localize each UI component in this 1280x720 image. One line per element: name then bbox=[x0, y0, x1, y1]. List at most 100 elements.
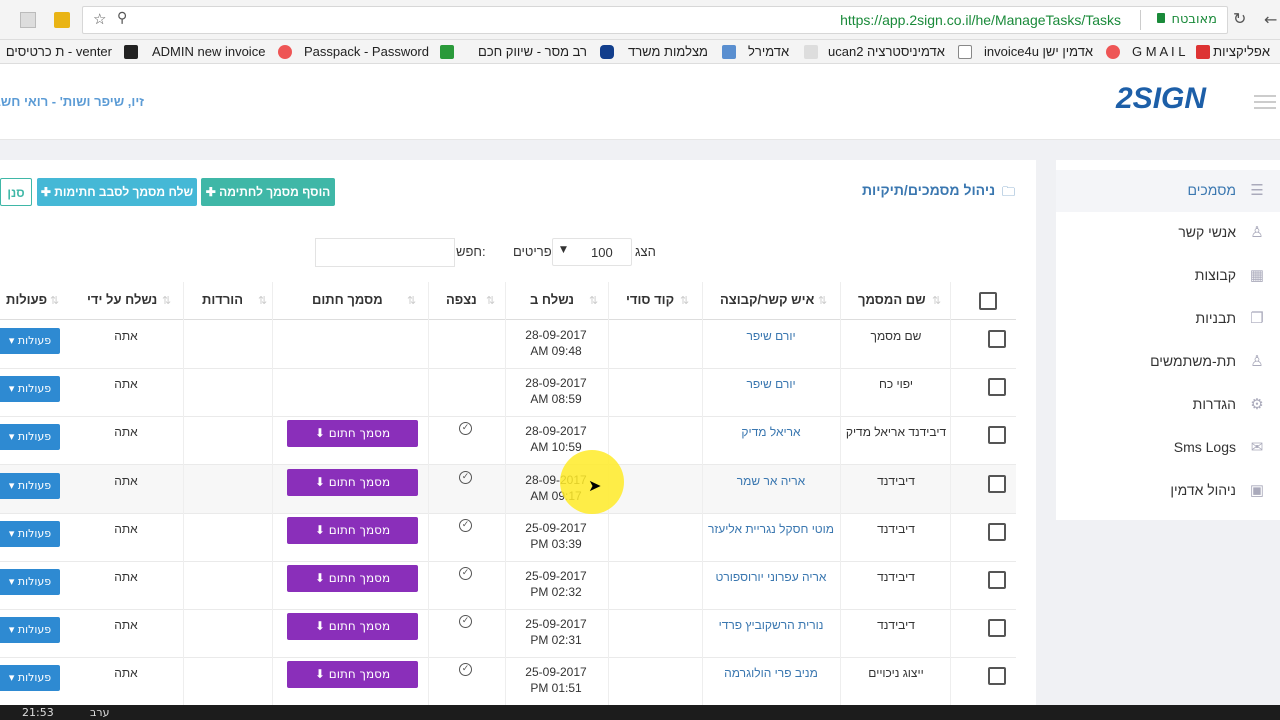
sidebar-item-groups[interactable]: ▦ קבוצות bbox=[1056, 255, 1280, 297]
mouse-cursor-icon: ➤ bbox=[588, 476, 602, 495]
sort-icon[interactable]: ⇅ bbox=[407, 294, 416, 307]
download-icon[interactable] bbox=[54, 12, 70, 28]
language-indicator[interactable]: ערב bbox=[90, 706, 109, 719]
cell-document-name: שם מסמך bbox=[870, 329, 922, 343]
select-all-checkbox[interactable] bbox=[979, 292, 997, 310]
app-header: זיו, שיפר ושות' - רואי חשבון 2SIGN bbox=[0, 64, 1280, 140]
column-header-sent-by[interactable]: נשלח על ידי bbox=[87, 292, 157, 312]
send-document-button[interactable]: ✚ שלח מסמך לסבב חתימות bbox=[37, 178, 197, 206]
bookmark-invoice4u[interactable]: invoice4u אדמין ישן bbox=[984, 44, 1093, 59]
bookmark-ucan2[interactable]: ucan2 אדמיניסטרציה bbox=[828, 44, 945, 59]
search-icon[interactable]: ⚲ bbox=[117, 10, 127, 26]
column-header-contact[interactable]: איש קשר/קבוצה bbox=[720, 292, 814, 312]
column-header-signed[interactable]: מסמך חתום bbox=[312, 292, 383, 312]
search-input[interactable] bbox=[315, 238, 455, 267]
bookmark-apps[interactable]: אפליקציות bbox=[1213, 44, 1270, 59]
column-header-sent-at[interactable]: נשלח ב bbox=[530, 292, 574, 312]
row-checkbox[interactable] bbox=[988, 523, 1006, 541]
cell-contact[interactable]: אריאל מדיק bbox=[702, 425, 840, 439]
row-checkbox[interactable] bbox=[988, 378, 1006, 396]
sort-icon[interactable]: ⇅ bbox=[50, 294, 59, 307]
extension-icon[interactable] bbox=[20, 12, 36, 28]
sort-icon[interactable]: ⇅ bbox=[818, 294, 827, 307]
row-checkbox[interactable] bbox=[988, 619, 1006, 637]
actions-button[interactable]: ▾ פעולות bbox=[0, 665, 60, 691]
sort-icon[interactable]: ⇅ bbox=[932, 294, 941, 307]
sort-icon[interactable]: ⇅ bbox=[680, 294, 689, 307]
bookmark-cameras[interactable]: מצלמות משרד bbox=[628, 44, 708, 59]
reload-icon[interactable]: ↻ bbox=[1233, 9, 1246, 28]
cell-contact[interactable]: נורית הרשקוביץ פרדי bbox=[702, 618, 840, 632]
bookmark-rav-meser[interactable]: רב מסר - שיווק חכם bbox=[478, 44, 590, 59]
cell-sent-by: אתה bbox=[114, 666, 138, 680]
actions-button[interactable]: ▾ פעולות bbox=[0, 569, 60, 595]
sort-icon[interactable]: ⇅ bbox=[589, 294, 598, 307]
page-size-select[interactable]: 100 ▼ bbox=[552, 238, 632, 266]
sidebar-item-contacts[interactable]: ♙ אנשי קשר bbox=[1056, 212, 1280, 254]
cell-sent-by: אתה bbox=[114, 474, 138, 488]
column-header-actions[interactable]: פעולות bbox=[6, 292, 47, 312]
row-checkbox[interactable] bbox=[988, 667, 1006, 685]
filter-button[interactable]: סנן bbox=[0, 178, 32, 206]
actions-button[interactable]: ▾ פעולות bbox=[0, 376, 60, 402]
address-bar[interactable]: מאובטח https://app.2sign.co.il/he/Manage… bbox=[82, 6, 1228, 34]
row-divider bbox=[0, 368, 1016, 369]
sidebar-item-sms-logs[interactable]: ✉ Sms Logs bbox=[1056, 427, 1280, 469]
column-header-name[interactable]: שם המסמך bbox=[858, 292, 926, 312]
sidebar-item-templates[interactable]: ❐ תבניות bbox=[1056, 298, 1280, 340]
cell-contact[interactable]: מניב פרי הולוגרמה bbox=[702, 666, 840, 680]
signed-document-button[interactable]: ⬇ מסמך חתום bbox=[287, 613, 418, 640]
user-name[interactable]: זיו, שיפר ושות' - רואי חשבון bbox=[0, 94, 144, 109]
cell-sent-by: אתה bbox=[114, 570, 138, 584]
sort-icon[interactable]: ⇅ bbox=[486, 294, 495, 307]
logo[interactable]: 2SIGN bbox=[1116, 82, 1206, 116]
column-header-seen[interactable]: נצפה bbox=[446, 292, 477, 312]
hamburger-icon[interactable] bbox=[1254, 95, 1276, 97]
seen-check-icon: ✓ bbox=[459, 519, 472, 532]
signed-document-button[interactable]: ⬇ מסמך חתום bbox=[287, 517, 418, 544]
sidebar-item-documents[interactable]: ☰ מסמכים bbox=[1056, 170, 1280, 212]
cell-sent-time: AM 09:48 bbox=[530, 344, 582, 358]
sidebar-item-admin[interactable]: ▣ ניהול אדמין bbox=[1056, 470, 1280, 512]
row-checkbox[interactable] bbox=[988, 330, 1006, 348]
actions-button[interactable]: ▾ פעולות bbox=[0, 521, 60, 547]
sidebar-item-subusers[interactable]: ♙ תת-משתמשים bbox=[1056, 341, 1280, 383]
add-document-button[interactable]: ✚ הוסף מסמך לחתימה bbox=[201, 178, 335, 206]
cell-contact[interactable]: אריה אר שמר bbox=[702, 474, 840, 488]
bookmark-venter[interactable]: ת כרטיסים - venter bbox=[0, 44, 112, 59]
bookmark-passpack[interactable]: Passpack - Password bbox=[304, 44, 429, 59]
column-header-code[interactable]: קוד סודי bbox=[626, 292, 674, 312]
seen-check-icon: ✓ bbox=[459, 471, 472, 484]
sidebar-item-settings[interactable]: ⚙ הגדרות bbox=[1056, 384, 1280, 426]
actions-label: פעולות bbox=[17, 430, 52, 443]
signed-document-button[interactable]: ⬇ מסמך חתום bbox=[287, 565, 418, 592]
row-checkbox[interactable] bbox=[988, 475, 1006, 493]
grid-icon: ▦ bbox=[1249, 267, 1265, 284]
bookmark-admiral[interactable]: אדמירל bbox=[748, 44, 789, 59]
row-checkbox[interactable] bbox=[988, 571, 1006, 589]
row-checkbox[interactable] bbox=[988, 426, 1006, 444]
cell-contact[interactable]: מוטי חסקל נגריית אליעזר bbox=[702, 522, 840, 536]
actions-button[interactable]: ▾ פעולות bbox=[0, 328, 60, 354]
folder-icon: 🗀 bbox=[1002, 185, 1016, 200]
cell-contact[interactable]: יורם שיפר bbox=[702, 377, 840, 391]
bookmark-gmail[interactable]: G M A I L bbox=[1132, 44, 1185, 59]
actions-button[interactable]: ▾ פעולות bbox=[0, 617, 60, 643]
cell-sent-time: PM 01:51 bbox=[530, 681, 582, 695]
sort-icon[interactable]: ⇅ bbox=[258, 294, 267, 307]
back-icon[interactable]: ← bbox=[1264, 10, 1277, 29]
column-header-downloads[interactable]: הורדות bbox=[202, 292, 243, 312]
signed-document-button[interactable]: ⬇ מסמך חתום bbox=[287, 420, 418, 447]
cell-contact[interactable]: יורם שיפר bbox=[702, 329, 840, 343]
bookmark-admin-invoice[interactable]: ADMIN new invoice bbox=[152, 44, 265, 59]
signed-document-button[interactable]: ⬇ מסמך חתום bbox=[287, 469, 418, 496]
cell-contact[interactable]: אריה עפרוני יורוספורט bbox=[702, 570, 840, 584]
mail-icon: ✉ bbox=[1250, 439, 1264, 456]
signed-document-label: מסמך חתום bbox=[328, 619, 391, 633]
row-divider bbox=[0, 609, 1016, 610]
star-icon[interactable]: ☆ bbox=[93, 10, 106, 28]
sort-icon[interactable]: ⇅ bbox=[162, 294, 171, 307]
actions-button[interactable]: ▾ פעולות bbox=[0, 473, 60, 499]
actions-button[interactable]: ▾ פעולות bbox=[0, 424, 60, 450]
signed-document-button[interactable]: ⬇ מסמך חתום bbox=[287, 661, 418, 688]
